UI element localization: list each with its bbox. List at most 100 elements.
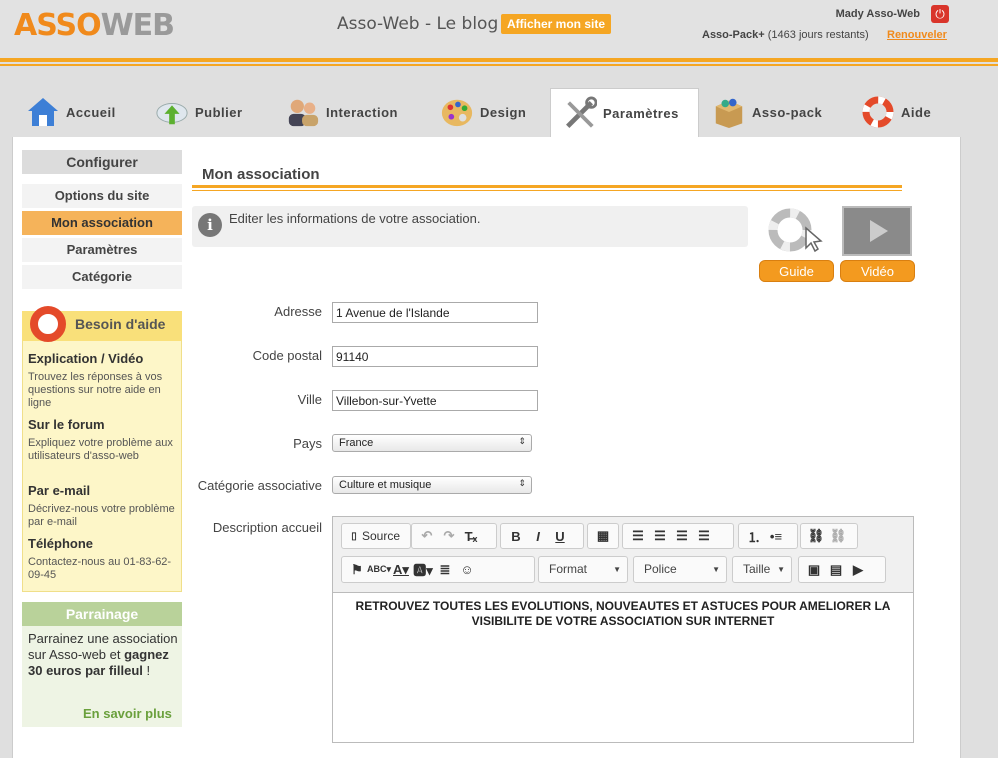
underline-icon[interactable]: U (549, 526, 571, 546)
categorie-select[interactable]: Culture et musique ⇕ (332, 476, 532, 494)
font-select[interactable]: Police ▼ (633, 556, 727, 583)
help-email-text: Décrivez-nous votre problème par e-mail (28, 503, 175, 528)
align-center-icon[interactable]: ☰ (649, 526, 671, 546)
renew-link[interactable]: Renouveler (887, 29, 947, 41)
tab-label: Aide (901, 104, 932, 120)
user-name: Mady Asso-Web (835, 8, 920, 20)
users-icon (286, 95, 320, 129)
pays-select[interactable]: France ⇕ (332, 434, 532, 452)
page-title: Mon association (202, 166, 320, 183)
flag-icon[interactable]: ⚑ (346, 560, 368, 580)
cloud-upload-icon (155, 95, 189, 129)
show-site-button[interactable]: Afficher mon site (501, 14, 612, 34)
tab-accueil[interactable]: Accueil (26, 92, 116, 132)
info-icon: i (198, 213, 222, 237)
guide-lifebuoy-icon[interactable] (766, 206, 826, 256)
blog-title: Asso-Web - Le blog (337, 14, 499, 34)
remove-format-icon[interactable]: T̶ₓ (460, 526, 482, 546)
sidebar-item-parametres[interactable]: Paramètres (22, 238, 182, 262)
palette-icon (440, 95, 474, 129)
tab-publier[interactable]: Publier (155, 92, 243, 132)
tab-label: Asso-pack (752, 104, 823, 120)
bullet-list-icon[interactable]: •≡ (765, 526, 787, 546)
format-select[interactable]: Format ▼ (538, 556, 628, 583)
unlink-icon[interactable]: ⛓ (827, 526, 849, 546)
tab-label: Design (480, 104, 527, 120)
assoweb-logo[interactable]: ASSOWEB (14, 8, 175, 43)
tab-parametres[interactable]: Paramètres (550, 88, 699, 138)
sidebar-item-mon-association[interactable]: Mon association (22, 211, 182, 235)
source-label: Source (362, 529, 401, 543)
history-group: ↶ ↷ T̶ₓ (411, 523, 497, 549)
italic-icon[interactable]: I (527, 526, 549, 546)
tab-interaction[interactable]: Interaction (286, 92, 398, 132)
flash-play-icon[interactable]: ▶ (847, 560, 869, 580)
link-icon[interactable]: ⛓ (805, 526, 827, 546)
size-select[interactable]: Taille ▼ (732, 556, 792, 583)
spellcheck-icon[interactable]: ABC▾ (367, 560, 391, 580)
font-label: Police (644, 562, 677, 576)
source-icon: ▯ (351, 530, 357, 542)
align-left-icon[interactable]: ☰ (627, 526, 649, 546)
source-button[interactable]: ▯ Source (341, 523, 411, 549)
pays-value: France (339, 437, 374, 449)
help-video-link[interactable]: Explication / Vidéo (28, 351, 143, 366)
list-group: ⒈ •≡ (738, 523, 798, 549)
ville-input[interactable]: Villebon-sur-Yvette (332, 390, 538, 411)
bold-icon[interactable]: B (505, 526, 527, 546)
help-email-link[interactable]: Par e-mail (28, 483, 90, 498)
pack-name: Asso-Pack+ (702, 29, 765, 41)
ville-label: Ville (297, 392, 322, 407)
smiley-icon[interactable]: ☺ (456, 560, 478, 580)
editor-content[interactable]: RETROUVEZ TOUTES LES EVOLUTIONS, NOUVEAU… (345, 599, 901, 629)
pays-label: Pays (293, 436, 322, 451)
parrainage-more-link[interactable]: En savoir plus (83, 706, 172, 721)
logout-power-icon[interactable]: ⏻ (931, 5, 949, 23)
adresse-input[interactable]: 1 Avenue de l'Islande (332, 302, 538, 323)
image-icon[interactable]: ▣ (803, 560, 825, 580)
info-text: Editer les informations de votre associa… (229, 211, 481, 226)
link-group: ⛓ ⛓ (800, 523, 858, 549)
align-right-icon[interactable]: ☰ (671, 526, 693, 546)
lifebuoy-icon (861, 95, 895, 129)
parrainage-title: Parrainage (22, 602, 182, 626)
code-postal-input[interactable]: 91140 (332, 346, 538, 367)
sidebar-item-categorie[interactable]: Catégorie (22, 265, 182, 289)
video-film-icon[interactable]: ▤ (825, 560, 847, 580)
categorie-value: Culture et musique (339, 479, 432, 491)
tab-aide[interactable]: Aide (861, 92, 931, 132)
tab-label: Publier (195, 104, 243, 120)
description-label: Description accueil (212, 520, 322, 535)
tab-asso-pack[interactable]: Asso-pack (712, 92, 822, 132)
help-video-text: Trouvez les réponses à vos questions sur… (28, 371, 163, 409)
logo-part-web: WEB (100, 8, 175, 43)
media-group: ▣ ▤ ▶ (798, 556, 886, 583)
title-underline (192, 185, 902, 188)
header-stripe (0, 58, 998, 62)
video-play-icon[interactable] (842, 206, 912, 256)
hr-icon[interactable]: ≣ (434, 560, 456, 580)
select-arrows-icon: ⇕ (518, 478, 526, 488)
align-justify-icon[interactable]: ☰ (693, 526, 715, 546)
table-icon[interactable]: ▦ (592, 526, 614, 546)
format-label: Format (549, 562, 588, 576)
video-button[interactable]: Vidéo (840, 260, 915, 282)
text-style-group: BIU (500, 523, 584, 549)
select-arrows-icon: ⇕ (518, 436, 526, 446)
size-label: Taille (743, 562, 771, 576)
tab-design[interactable]: Design (440, 92, 526, 132)
help-forum-link[interactable]: Sur le forum (28, 417, 105, 432)
numbered-list-icon[interactable]: ⒈ (743, 526, 765, 546)
guide-button[interactable]: Guide (759, 260, 834, 282)
undo-icon[interactable]: ↶ (416, 526, 438, 546)
redo-icon[interactable]: ↷ (438, 526, 460, 546)
dropdown-arrow-icon: ▼ (712, 565, 720, 574)
parrainage-text-3: ! (142, 663, 151, 678)
text-color-icon[interactable]: A▾ (390, 560, 412, 580)
tools-icon (563, 96, 597, 131)
bg-color-icon[interactable]: 🅰▾ (412, 560, 434, 580)
top-header: ASSOWEB Asso-Web - Le blog Afficher mon … (0, 0, 998, 58)
sidebar-item-options[interactable]: Options du site (22, 184, 182, 208)
help-forum-text: Expliquez votre problème aux utilisateur… (28, 437, 173, 462)
adresse-label: Adresse (274, 304, 322, 319)
